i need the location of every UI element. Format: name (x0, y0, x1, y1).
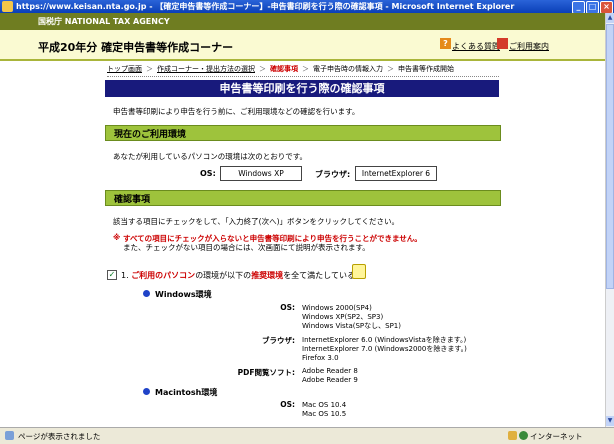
site-header: 平成20年分 確定申告書等作成コーナー ? よくある質問 ご利用案内 (0, 30, 605, 61)
status-text: ページが表示されました (18, 432, 101, 441)
item1-label[interactable]: 1. ご利用のパソコンの環境が以下の推奨環境を全て満たしている。 (121, 270, 363, 281)
window-title: https://www.keisan.nta.go.jp - 【確定申告書等作成… (16, 2, 515, 11)
confirm-section-header: 確認事項 (105, 190, 501, 206)
breadcrumb-divider (107, 76, 499, 77)
guide-link[interactable]: ご利用案内 (509, 41, 549, 52)
zone-text: インターネット (530, 432, 583, 441)
item1-tail: を全て満たしている。 (283, 271, 363, 280)
status-bar: ページが表示されました インターネット (0, 427, 614, 444)
item1-checkbox[interactable]: ✓ (107, 270, 117, 280)
scroll-down-icon[interactable]: ▼ (606, 416, 614, 426)
win-pdf-0: Adobe Reader 8 (302, 367, 358, 375)
intro-text: 申告書等印刷により申告を行う前に、ご利用環境などの確認を行います。 (113, 107, 360, 116)
win-pdf-1: Adobe Reader 9 (302, 376, 358, 384)
warning-mark: ※ (113, 233, 121, 242)
env-desc: あなたが利用しているパソコンの環境は次のとおりです。 (113, 152, 308, 161)
globe-icon (519, 431, 528, 440)
question-icon[interactable]: ? (440, 38, 451, 49)
page-title: 申告書等印刷を行う際の確認事項 (105, 80, 499, 97)
breadcrumb-start: 申告書等作成開始 (398, 65, 454, 73)
mac-os-1: Mac OS 10.5 (302, 410, 347, 418)
windows-heading: Windows環境 (155, 290, 212, 299)
win-pdf-label: PDF閲覧ソフト: (237, 368, 295, 377)
item1-red2: 推奨環境 (251, 271, 284, 280)
instruction-text: 該当する項目にチェックをして、「入力終了(次へ)」ボタンをクリックしてください。 (113, 217, 400, 226)
breadcrumb-top[interactable]: トップ画面 (107, 65, 142, 73)
env-section-header: 現在のご利用環境 (105, 125, 501, 141)
agency-bar: 国税庁 NATIONAL TAX AGENCY (0, 13, 605, 30)
confirm-heading: 確認事項 (114, 195, 151, 205)
book-icon[interactable] (497, 38, 508, 49)
win-browser-1: InternetExplorer 7.0 (Windows2000を除きます。) (302, 345, 467, 353)
scroll-up-icon[interactable]: ▲ (606, 13, 614, 23)
window-title-bar[interactable]: https://www.keisan.nta.go.jp - 【確定申告書等作成… (0, 0, 614, 14)
win-os-label: OS: (280, 303, 295, 312)
page-icon (5, 431, 14, 440)
win-browser-0: InternetExplorer 6.0 (WindowsVistaを除きます。… (302, 336, 467, 344)
bullet-icon (143, 388, 150, 395)
mac-os-0: Mac OS 10.4 (302, 401, 347, 409)
note-text: また、チェックがない項目の場合には、次画面にて説明が表示されます。 (123, 243, 370, 252)
ie-logo-icon (2, 1, 13, 12)
hint-bulb-icon[interactable] (352, 264, 366, 279)
env-heading: 現在のご利用環境 (114, 130, 187, 140)
env-os-label: OS: (200, 169, 216, 178)
page-heading: 平成20年分 確定申告書等作成コーナー (38, 41, 234, 54)
breadcrumb: トップ画面＞作成コーナー・提出方法の選択＞確認事項＞電子申告時の情報入力＞申告書… (107, 65, 454, 73)
scrollbar-thumb[interactable] (606, 24, 614, 289)
item1-red: ご利用のパソコン (131, 271, 196, 280)
item1-number: 1. (121, 271, 129, 280)
lock-icon (508, 431, 517, 440)
breadcrumb-etax: 電子申告時の情報入力 (313, 65, 383, 73)
win-os-1: Windows XP(SP2、SP3) (302, 313, 384, 321)
mac-heading: Macintosh環境 (155, 388, 218, 397)
win-os-0: Windows 2000(SP4) (302, 304, 372, 312)
win-browser-label: ブラウザ: (262, 336, 295, 345)
item1-mid: の環境が以下の (195, 271, 252, 280)
bullet-icon (143, 290, 150, 297)
breadcrumb-current: 確認事項 (270, 65, 298, 73)
agency-name: 国税庁 NATIONAL TAX AGENCY (38, 17, 170, 26)
win-browser-2: Firefox 3.0 (302, 354, 339, 362)
win-os-2: Windows Vista(SPなし、SP1) (302, 322, 401, 330)
env-os-value: Windows XP (220, 166, 302, 181)
mac-os-label: OS: (280, 400, 295, 409)
env-browser-label: ブラウザ: (315, 170, 351, 179)
env-browser-value: InternetExplorer 6 (355, 166, 437, 181)
breadcrumb-select[interactable]: 作成コーナー・提出方法の選択 (157, 65, 255, 73)
faq-link[interactable]: よくある質問 (452, 41, 500, 52)
